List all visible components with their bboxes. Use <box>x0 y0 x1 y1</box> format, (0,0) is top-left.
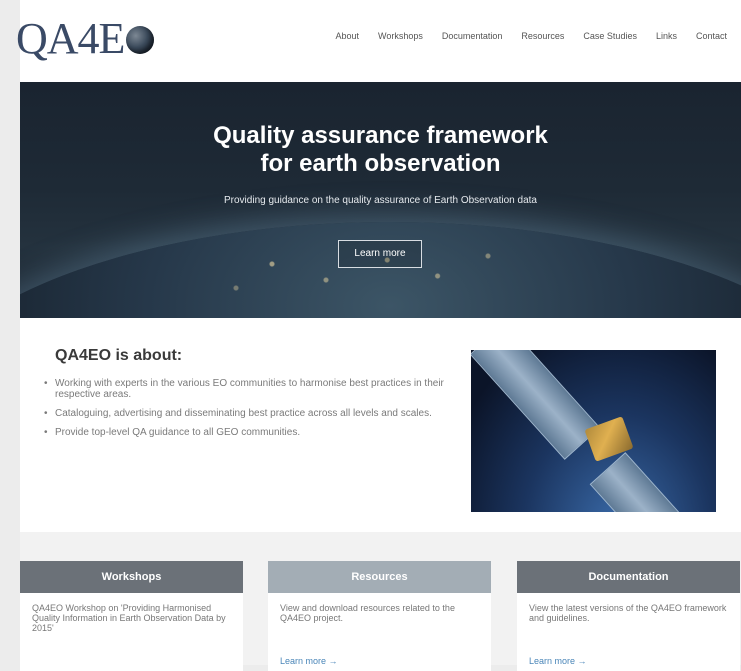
bullet-icon: • <box>44 427 48 438</box>
satellite-image <box>471 350 716 512</box>
solar-panel <box>589 452 716 512</box>
card-text: View the latest versions of the QA4EO fr… <box>529 603 727 623</box>
card-text: View and download resources related to t… <box>280 603 455 623</box>
card-documentation[interactable]: Documentation View the latest versions o… <box>517 561 740 671</box>
bullet-icon: • <box>44 408 48 419</box>
site-header: QA4E About Workshops Documentation Resou… <box>16 0 741 82</box>
nav-resources[interactable]: Resources <box>521 31 564 41</box>
solar-panel <box>471 350 601 460</box>
globe-icon <box>126 26 155 54</box>
nav-contact[interactable]: Contact <box>696 31 727 41</box>
nav-links[interactable]: Links <box>656 31 677 41</box>
card-title: Workshops <box>20 561 243 593</box>
hero-title-line1: Quality assurance framework <box>213 122 548 149</box>
main-nav: About Workshops Documentation Resources … <box>316 31 727 41</box>
about-heading: QA4EO is about: <box>55 347 183 364</box>
learn-more-button[interactable]: Learn more <box>338 240 422 268</box>
nav-documentation[interactable]: Documentation <box>442 31 503 41</box>
hero-title-line2: for earth observation <box>260 150 501 177</box>
logo-text: QA4E <box>16 14 125 63</box>
about-item-text: Working with experts in the various EO c… <box>55 378 444 400</box>
nav-workshops[interactable]: Workshops <box>378 31 423 41</box>
card-text: QA4EO Workshop on 'Providing Harmonised … <box>32 603 226 633</box>
card-title: Documentation <box>517 561 740 593</box>
hero-subtitle: Providing guidance on the quality assura… <box>224 195 537 206</box>
list-item: • Cataloguing, advertising and disseminat… <box>42 408 462 419</box>
hero-banner: Quality assurance framework for earth ob… <box>20 82 741 318</box>
card-resources[interactable]: Resources View and download resources re… <box>268 561 491 671</box>
card-title: Resources <box>268 561 491 593</box>
list-item: • Working with experts in the various EO … <box>42 378 462 400</box>
nav-case-studies[interactable]: Case Studies <box>583 31 637 41</box>
list-item: • Provide top-level QA guidance to all GE… <box>42 427 462 438</box>
hero-title: Quality assurance framework for earth ob… <box>20 122 741 178</box>
site-logo[interactable]: QA4E <box>16 14 155 64</box>
page: QA4E About Workshops Documentation Resou… <box>16 0 741 671</box>
about-item-text: Provide top-level QA guidance to all GEO… <box>55 427 301 438</box>
about-item-text: Cataloguing, advertising and disseminati… <box>55 408 432 419</box>
bullet-icon: • <box>44 378 48 389</box>
about-list: • Working with experts in the various EO … <box>42 378 462 446</box>
card-workshops[interactable]: Workshops QA4EO Workshop on 'Providing H… <box>20 561 243 671</box>
nav-about[interactable]: About <box>335 31 359 41</box>
